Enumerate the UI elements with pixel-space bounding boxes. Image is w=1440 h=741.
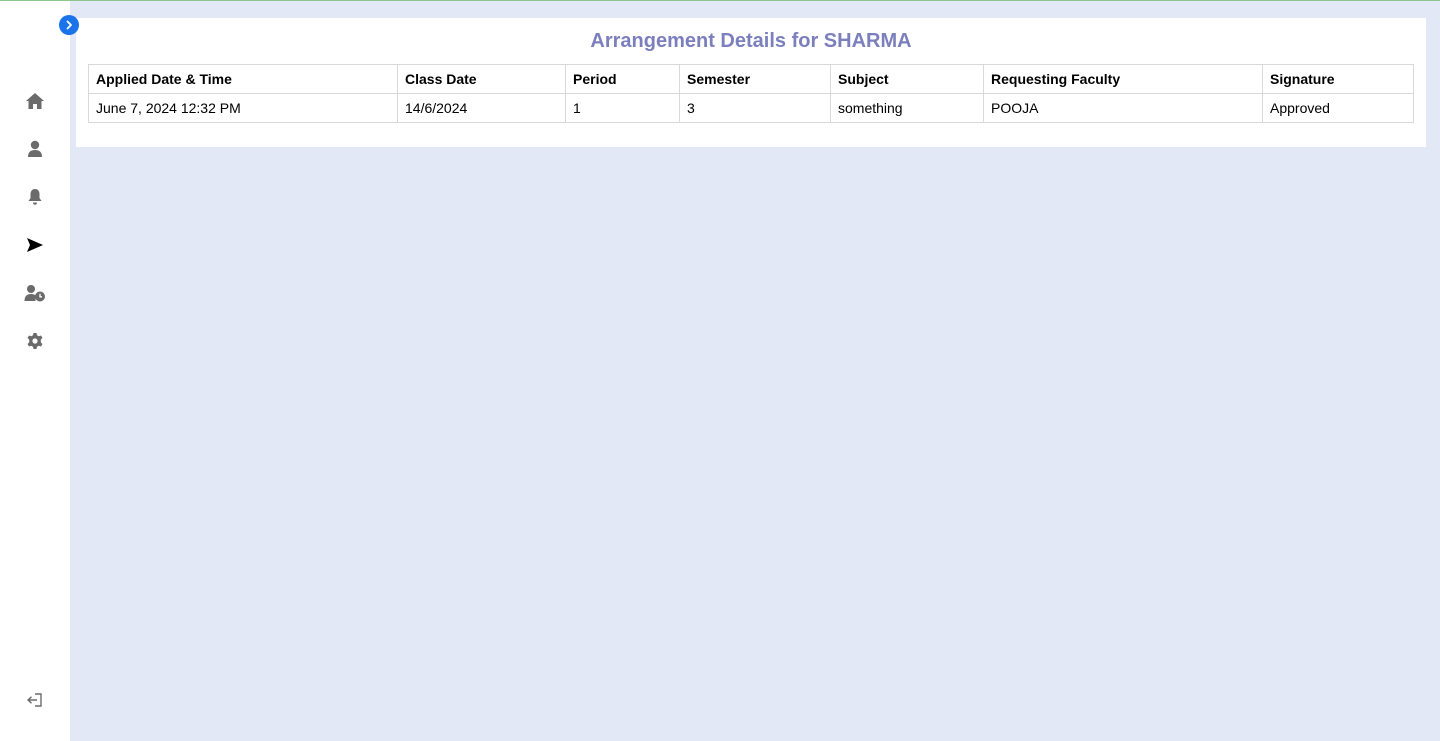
arrangement-table: Applied Date & Time Class Date Period Se… xyxy=(88,64,1414,123)
header-requesting-faculty: Requesting Faculty xyxy=(983,64,1263,94)
cell-semester: 3 xyxy=(679,93,831,123)
chevron-right-icon xyxy=(66,20,72,30)
arrangement-card: Arrangement Details for SHARMA Applied D… xyxy=(76,18,1426,147)
user-clock-icon[interactable] xyxy=(23,281,47,305)
header-signature: Signature xyxy=(1262,64,1414,94)
logout-icon[interactable] xyxy=(23,688,47,712)
gear-icon[interactable] xyxy=(23,329,47,353)
page-title: Arrangement Details for SHARMA xyxy=(590,30,912,52)
table-row: June 7, 2024 12:32 PM 14/6/2024 1 3 some… xyxy=(88,93,1414,123)
cell-period: 1 xyxy=(565,93,680,123)
home-icon[interactable] xyxy=(23,89,47,113)
header-applied-date: Applied Date & Time xyxy=(88,64,398,94)
table-header-row: Applied Date & Time Class Date Period Se… xyxy=(88,64,1414,94)
bell-icon[interactable] xyxy=(23,185,47,209)
user-icon[interactable] xyxy=(23,137,47,161)
header-subject: Subject xyxy=(830,64,984,94)
header-class-date: Class Date xyxy=(397,64,566,94)
send-icon[interactable] xyxy=(23,233,47,257)
cell-requesting-faculty: POOJA xyxy=(983,93,1263,123)
header-semester: Semester xyxy=(679,64,831,94)
header-period: Period xyxy=(565,64,680,94)
cell-signature: Approved xyxy=(1262,93,1414,123)
main-content: Arrangement Details for SHARMA Applied D… xyxy=(70,1,1440,741)
cell-class-date: 14/6/2024 xyxy=(397,93,566,123)
sidebar xyxy=(0,1,70,741)
cell-subject: something xyxy=(830,93,984,123)
sidebar-toggle-button[interactable] xyxy=(59,15,79,35)
cell-applied-date: June 7, 2024 12:32 PM xyxy=(88,93,398,123)
